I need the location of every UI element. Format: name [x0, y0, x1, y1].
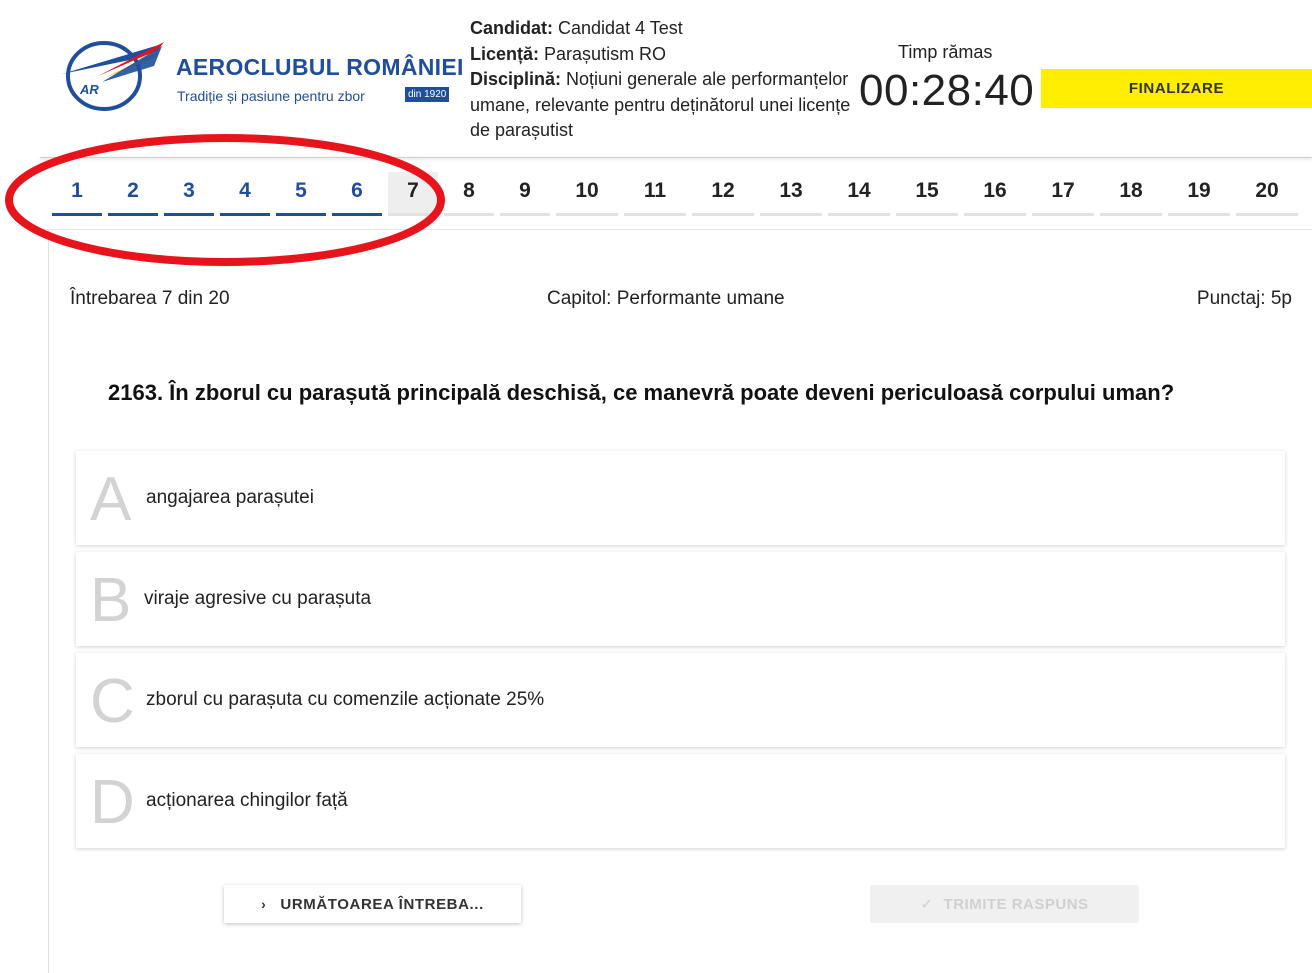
annotation-ellipse [5, 134, 445, 266]
submit-answer-button[interactable]: ✓ TRIMITE RASPUNS [870, 885, 1139, 923]
submit-answer-label: TRIMITE RASPUNS [943, 895, 1089, 913]
question-tab-16[interactable]: 16 [964, 172, 1026, 216]
question-tab-19[interactable]: 19 [1168, 172, 1230, 216]
question-tab-11[interactable]: 11 [624, 172, 686, 216]
question-chapter: Capitol: Performante umane [547, 288, 785, 309]
check-icon: ✓ [920, 896, 934, 913]
candidate-value: Candidat 4 Test [558, 18, 683, 38]
candidate-info: Candidat: Candidat 4 Test Licență: Paraș… [470, 16, 855, 144]
answer-letter: C [90, 667, 135, 736]
next-question-button[interactable]: › URMĂTOAREA ÎNTREBA... [224, 885, 521, 923]
question-tab-17[interactable]: 17 [1032, 172, 1094, 216]
question-tab-14[interactable]: 14 [828, 172, 890, 216]
license-row: Licență: Parașutism RO [470, 42, 855, 68]
question-score: Punctaj: 5p [1196, 288, 1292, 309]
answer-letter: D [90, 768, 135, 837]
discipline-label: Disciplină: [470, 69, 562, 89]
answer-text: zborul cu parașuta cu comenzile acționat… [146, 689, 545, 710]
answer-option-a[interactable]: A angajarea parașutei [76, 451, 1285, 545]
answer-option-d[interactable]: D acționarea chingilor față [76, 754, 1285, 848]
question-tab-20[interactable]: 20 [1236, 172, 1298, 216]
question-tab-18[interactable]: 18 [1100, 172, 1162, 216]
answer-letter: A [90, 465, 132, 534]
question-tab-13[interactable]: 13 [760, 172, 822, 216]
finish-button[interactable]: FINALIZARE [1041, 69, 1312, 108]
question-text: 2163. În zborul cu parașută principală d… [108, 380, 1175, 405]
timer-label: Timp rămas [898, 42, 993, 62]
question-progress: Întrebarea 7 din 20 [70, 288, 230, 309]
brand-name: AEROCLUBUL ROMÂNIEI [176, 54, 464, 80]
license-label: Licență: [470, 43, 540, 64]
candidate-label: Candidat: [470, 18, 553, 38]
brand-tagline: Tradiție și pasiune pentru zbor [177, 88, 365, 104]
answer-text: angajarea parașutei [146, 487, 314, 508]
answer-text: viraje agresive cu parașuta [144, 588, 372, 609]
logo-text: AR [79, 82, 99, 97]
brand-badge: din 1920 [405, 87, 450, 102]
question-tab-12[interactable]: 12 [692, 172, 754, 216]
content-left-border [48, 230, 49, 973]
question-tab-15[interactable]: 15 [896, 172, 958, 216]
question-tab-9[interactable]: 9 [500, 172, 550, 216]
license-value: Parașutism RO [544, 43, 667, 64]
answer-letter: B [90, 566, 132, 635]
answer-option-c[interactable]: C zborul cu parașuta cu comenzile acțion… [76, 653, 1285, 747]
answer-option-b[interactable]: B viraje agresive cu parașuta [76, 552, 1285, 646]
candidate-row: Candidat: Candidat 4 Test [470, 16, 855, 42]
answer-text: acționarea chingilor față [146, 790, 348, 811]
question-tab-10[interactable]: 10 [556, 172, 618, 216]
next-question-label: URMĂTOAREA ÎNTREBA... [280, 895, 484, 913]
discipline-row: Disciplină: Noțiuni generale ale perform… [470, 67, 855, 144]
aeroclub-logo: AR [58, 30, 170, 114]
timer-value: 00:28:40 [859, 66, 1035, 115]
chevron-right-icon: › [261, 896, 267, 912]
